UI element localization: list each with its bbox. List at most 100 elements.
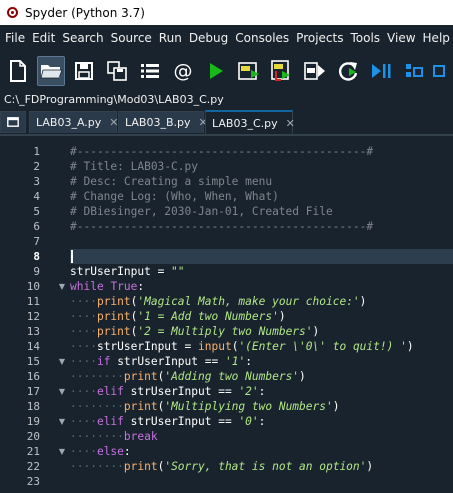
menu-file[interactable]: File <box>5 31 25 45</box>
new-file-button[interactable] <box>4 56 32 86</box>
file-path: C:\_FDProgramming\Mod03\LAB03_C.py <box>4 93 224 106</box>
browse-tabs-tab-button[interactable] <box>0 111 26 133</box>
run-file-button[interactable] <box>202 56 230 86</box>
code-line: # Change Log: (Who, When, What) <box>70 189 453 204</box>
close-icon[interactable]: ✕ <box>286 117 295 130</box>
code-token: == <box>211 385 239 398</box>
code-token: ) <box>299 370 306 383</box>
code-token: : <box>123 445 131 458</box>
code-token: ···· <box>70 310 97 323</box>
code-token: print <box>123 400 158 413</box>
run-cell-advance-button[interactable] <box>268 56 296 86</box>
menu-search[interactable]: Search <box>62 31 103 45</box>
code-line: ····strUserInput = input('(Enter \'0\' t… <box>70 339 453 354</box>
window-icon <box>7 117 19 127</box>
svg-text:@: @ <box>174 60 193 82</box>
code-token: 'Magical Math, make your choice:' <box>137 295 360 308</box>
spyder-logo-icon <box>6 6 19 19</box>
menu-consoles[interactable]: Consoles <box>235 31 289 45</box>
code-line: strUserInput = "" <box>70 264 453 279</box>
line-number: 3 <box>33 175 40 188</box>
code-token: print <box>96 310 131 323</box>
line-number: 7 <box>33 235 40 248</box>
more-button[interactable] <box>433 56 445 86</box>
rerun-button[interactable] <box>334 56 362 86</box>
tab-lab03-c[interactable]: LAB03_C.py ✕ <box>205 110 295 134</box>
code-token: ···· <box>70 415 97 428</box>
code-token: ···· <box>70 385 97 398</box>
code-token: : <box>245 355 252 368</box>
code-area[interactable]: #---------------------------------------… <box>70 136 453 493</box>
run-cell-advance-icon <box>271 60 290 81</box>
code-line: while True: <box>70 279 453 294</box>
code-token: ········ <box>70 430 124 443</box>
open-folder-icon <box>40 65 63 79</box>
code-token: ········ <box>70 460 124 473</box>
line-number: 17 <box>26 385 40 398</box>
code-line: ········print('Adding two Numbers') <box>70 369 453 384</box>
code-token: '1 = Add two Numbers' <box>137 310 279 323</box>
fold-toggle-icon[interactable]: ▼ <box>57 444 67 459</box>
line-number: 16 <box>26 370 40 383</box>
code-line: ····print('Magical Math, make your choic… <box>70 294 453 309</box>
window-title: Spyder (Python 3.7) <box>25 5 145 20</box>
fold-toggle-icon[interactable]: ▼ <box>57 279 67 294</box>
code-token: ········ <box>70 370 124 383</box>
code-token: "" <box>171 265 185 278</box>
code-line: ····elif strUserInput == '0': <box>70 414 453 429</box>
code-token: '0' <box>238 415 259 428</box>
code-token: ) <box>278 310 286 323</box>
code-token: print <box>123 460 158 473</box>
email-button[interactable]: @ <box>169 56 197 86</box>
menu-projects[interactable]: Projects <box>296 31 343 45</box>
menu-help[interactable]: Help <box>423 31 450 45</box>
code-token: == <box>198 355 225 368</box>
run-cell-button[interactable] <box>235 56 263 86</box>
menu-view[interactable]: View <box>387 31 415 45</box>
browse-tabs-button[interactable] <box>136 56 164 86</box>
code-token: = <box>177 340 198 353</box>
code-line: ····elif strUserInput == '2': <box>70 384 453 399</box>
line-number: 8 <box>33 250 40 263</box>
code-token: #---------------------------------------… <box>70 220 374 233</box>
code-line: ····if strUserInput == '1': <box>70 354 453 369</box>
fold-toggle-icon[interactable]: ▼ <box>57 414 67 429</box>
code-token: while <box>70 280 104 293</box>
rerun-icon <box>339 62 358 81</box>
menu-run[interactable]: Run <box>159 31 182 45</box>
layout-button[interactable] <box>400 56 428 86</box>
save-file-button[interactable] <box>70 56 98 86</box>
fold-toggle-icon[interactable]: ▼ <box>57 384 67 399</box>
code-token: '(Enter \'0\' to quit!) ' <box>238 340 407 353</box>
code-editor[interactable]: 1 2 3 4 5 6 7 8 9 10 ▼ 11 12 13 14 15 ▼ 16 17 ▼ 18 19 ▼ 20 21 ▼ 22… <box>0 135 453 493</box>
code-line: ····else: <box>70 444 453 459</box>
menu-tools[interactable]: Tools <box>350 31 380 45</box>
code-token: # Desc: Creating a simple menu <box>70 175 273 188</box>
code-token: ) <box>366 460 374 473</box>
tab-label: LAB03_A.py <box>36 116 102 129</box>
code-token: 'Adding two Numbers' <box>164 370 300 383</box>
run-selection-button[interactable] <box>301 56 329 86</box>
run-selection-icon <box>304 62 325 80</box>
code-token: '2' <box>238 385 259 398</box>
menu-debug[interactable]: Debug <box>189 31 228 45</box>
layout-icon <box>406 64 423 77</box>
tab-lab03-a[interactable]: LAB03_A.py ✕ <box>29 111 119 133</box>
code-token: ) <box>312 325 320 338</box>
code-line: #---------------------------------------… <box>70 144 453 159</box>
menu-source[interactable]: Source <box>111 31 152 45</box>
code-line: ····print('2 = Multiply two Numbers') <box>70 324 453 339</box>
save-all-button[interactable] <box>103 56 131 86</box>
code-token: = <box>150 265 172 278</box>
code-token: # Title: LAB03-C.py <box>70 160 198 173</box>
line-number: 2 <box>33 160 40 173</box>
debug-continue-button[interactable] <box>367 56 395 86</box>
line-number: 13 <box>26 325 40 338</box>
code-token: ········ <box>70 400 124 413</box>
tab-lab03-b[interactable]: LAB03_B.py ✕ <box>118 111 208 133</box>
menu-edit[interactable]: Edit <box>32 31 55 45</box>
open-file-button[interactable] <box>37 56 65 86</box>
fold-toggle-icon[interactable]: ▼ <box>57 354 67 369</box>
code-token: break <box>123 430 158 443</box>
